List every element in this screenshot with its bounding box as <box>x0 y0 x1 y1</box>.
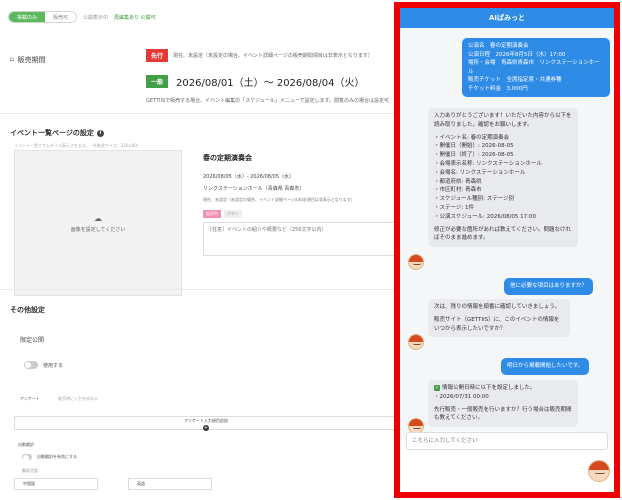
thumbnail-hint: イベント一覧でサムネイル表示されます。（※推奨サイズ：320×80） <box>14 143 141 148</box>
publish-note: 公開表示中 <box>83 14 109 21</box>
card-dates: 2026/08/05（水）- 2026/08/05（水） <box>203 174 295 180</box>
msg-line: ・イベント名: 春の定期演奏会 <box>434 134 510 141</box>
character-avatar-icon <box>408 254 424 270</box>
chat-messages[interactable]: 公演名 春の定期演奏会 公演日程 2026年8月5日（水）17:00 場所・会場… <box>400 28 614 440</box>
general-dates: 2026/08/01（土）〜 2026/08/04（火） <box>176 78 365 89</box>
msg-line: ・2026/07/31 00:00 <box>434 393 489 400</box>
translate-lang-selects: 中国語 英語 <box>14 478 212 490</box>
character-avatar-icon <box>408 334 424 350</box>
msg-line: 修正が必要な箇所があれば教えてください。問題なければそのまま進めます。 <box>434 226 572 242</box>
sale-period-label: ⌑ 販売期間 <box>10 55 46 65</box>
card-title: 春の定期演奏会 <box>203 154 252 162</box>
card-venue: リンクステーションホール（青森県 青森市） <box>203 186 305 192</box>
character-avatar-icon <box>588 460 610 482</box>
list-settings-text: イベント一覧ページの設定 <box>10 129 94 137</box>
event-intro-textarea[interactable] <box>203 222 398 256</box>
other-settings-title: その他設定 <box>10 306 45 314</box>
user-message: 公演名 春の定期演奏会 公演日程 2026年8月5日（水）17:00 場所・会場… <box>462 38 610 98</box>
user-message: 明日から掲載開始したいです。 <box>501 358 590 375</box>
tag-on-sale: 販売中 <box>203 210 221 218</box>
advance-tag: 先行 <box>146 49 169 62</box>
auto-translate-enable: 自動翻訳を有効にする <box>37 454 78 459</box>
checkbox-icon: ✓ <box>434 385 440 391</box>
mode-sellable[interactable]: 販売可 <box>45 12 77 22</box>
sale-period-text: 販売期間 <box>17 56 46 64</box>
general-tag: 一般 <box>146 75 169 88</box>
msg-line: 次は、残りの情報を順番に確認していきましょう。 <box>434 304 561 310</box>
general-sale-row: 一般 2026/08/01（土）〜 2026/08/04（火） <box>146 74 364 89</box>
cloud-upload-icon: ☁ <box>94 213 102 223</box>
chat-header: AIぱみっと <box>400 8 614 28</box>
user-message: 他に必要な項目はありますか？ <box>504 278 594 295</box>
publish-status: 再編集あり 公開可 <box>114 14 156 21</box>
msg-line: 販売サイト（GETTIIS）に、このイベントの情報をいつから表示したいですか？ <box>434 316 560 332</box>
event-card-preview: 春の定期演奏会 2026/08/05（水）- 2026/08/05（水） リンク… <box>203 153 398 260</box>
chat-input[interactable] <box>406 432 608 450</box>
msg-line: ・会場表示名称: リンクステーションホール <box>434 160 542 167</box>
mode-listing-only[interactable]: 掲載のみ <box>9 12 46 22</box>
info-icon[interactable]: i <box>96 129 104 137</box>
msg-line: 場所・会場 青森県青森市 リンクステーションホール <box>468 60 600 75</box>
add-questionnaire-label: アンケート入力項目追加 <box>184 418 228 423</box>
auto-translate-toggle[interactable] <box>22 454 32 461</box>
chat-launcher[interactable] <box>588 460 610 482</box>
divider <box>0 289 398 290</box>
msg-line: 販売チケット 全席指定席・共通券種 <box>468 77 562 84</box>
msg-line: ・ステージ: 1件 <box>434 204 474 211</box>
general-note: GETTIISで販売する場合、イベント編集の「スケジュール」メニューで設定します… <box>146 98 390 104</box>
auto-translate-row: 自動翻訳を有効にする <box>22 454 78 461</box>
lang-select-2[interactable]: 英語 <box>128 478 212 490</box>
msg-line: 先行販売・一般販売を行いますか？行う場合は販売期間も教えてください。 <box>434 406 572 422</box>
image-upload-label: 画像を設定してください <box>70 226 126 233</box>
auto-translate-label: 自動翻訳 <box>18 442 34 447</box>
event-editor-panel: 掲載のみ 販売可 公開表示中 再編集あり 公開可 ⌑ 販売期間 先行 現在、未設… <box>0 0 398 500</box>
bot-message: ✓ 情報公開日時に以下を設定しました。 ・2026/07/31 00:00 先行販… <box>428 380 578 428</box>
msg-line: ・開催日（開始）: 2026-08-05 <box>434 143 514 150</box>
msg-line: チケット料金 3,000円 <box>468 85 528 92</box>
msg-line: 入力ありがとうございます！いただいた内容から以下を読み取りました。確認をお願いし… <box>434 113 572 128</box>
bot-message: 入力ありがとうございます！いただいた内容から以下を読み取りました。確認をお願いし… <box>428 108 578 248</box>
msg-line: ・市区町村: 青森市 <box>434 187 482 194</box>
lang-select-1[interactable]: 中国語 <box>14 478 98 490</box>
list-settings-title: イベント一覧ページの設定 i <box>10 128 104 138</box>
limited-public-toggle[interactable] <box>24 361 38 369</box>
plus-icon: + <box>203 425 209 431</box>
msg-line: ・開催日（終了）: 2026-08-05 <box>434 152 514 159</box>
use-label: 使用する <box>43 362 64 369</box>
msg-line: ・都道府県: 青森県 <box>434 178 482 185</box>
advance-note: 現在、未設定（未設定の場合、イベント詳細ページの販売期間項目は非表示となります） <box>173 53 373 59</box>
limited-public-label: 限定公開 <box>20 337 45 344</box>
msg-line: ・スケジュール種別: ステージ別 <box>434 196 515 203</box>
msg-text: 情報公開日時に以下を設定しました。 <box>442 385 536 391</box>
questionnaire-hint: 販売時に入力を求める <box>58 396 98 401</box>
top-toolbar: 掲載のみ 販売可 公開表示中 再編集あり 公開可 <box>8 11 156 23</box>
tag-icon: ⌑ <box>10 56 14 64</box>
translate-lang-label: 翻訳言語 <box>22 468 38 473</box>
card-tags: 販売中 ボタン <box>203 210 398 218</box>
advance-sale-row: 先行 現在、未設定（未設定の場合、イベント詳細ページの販売期間項目は非表示となり… <box>146 49 373 62</box>
divider <box>0 113 398 114</box>
thumbnail-upload[interactable]: ☁ 画像を設定してください <box>14 150 182 296</box>
limited-public-toggle-row: 使用する <box>24 361 63 369</box>
msg-line: 公演日程 2026年8月5日（水）17:00 <box>468 51 566 58</box>
msg-line: ・会場名: リンクステーションホール <box>434 169 526 176</box>
questionnaire-label: アンケート <box>20 396 40 401</box>
bot-message: 次は、残りの情報を順番に確認していきましょう。 販売サイト（GETTIIS）に、… <box>428 299 570 338</box>
msg-line: ✓ 情報公開日時に以下を設定しました。 <box>434 384 572 393</box>
card-note: 現在、未設定（未設定の場合、イベント詳細ページの料金項目は非表示となります） <box>203 197 355 202</box>
mode-toggle[interactable]: 掲載のみ 販売可 <box>8 11 78 23</box>
ai-chat-panel: AIぱみっと 公演名 春の定期演奏会 公演日程 2026年8月5日（水）17:0… <box>394 2 620 498</box>
msg-line: 公演名 春の定期演奏会 <box>468 43 529 49</box>
msg-line: ・公演スケジュール: 2026/08/05 17:00 <box>434 213 537 220</box>
add-questionnaire-button[interactable]: アンケート入力項目追加 + <box>14 416 398 431</box>
tag-button: ボタン <box>224 210 242 218</box>
